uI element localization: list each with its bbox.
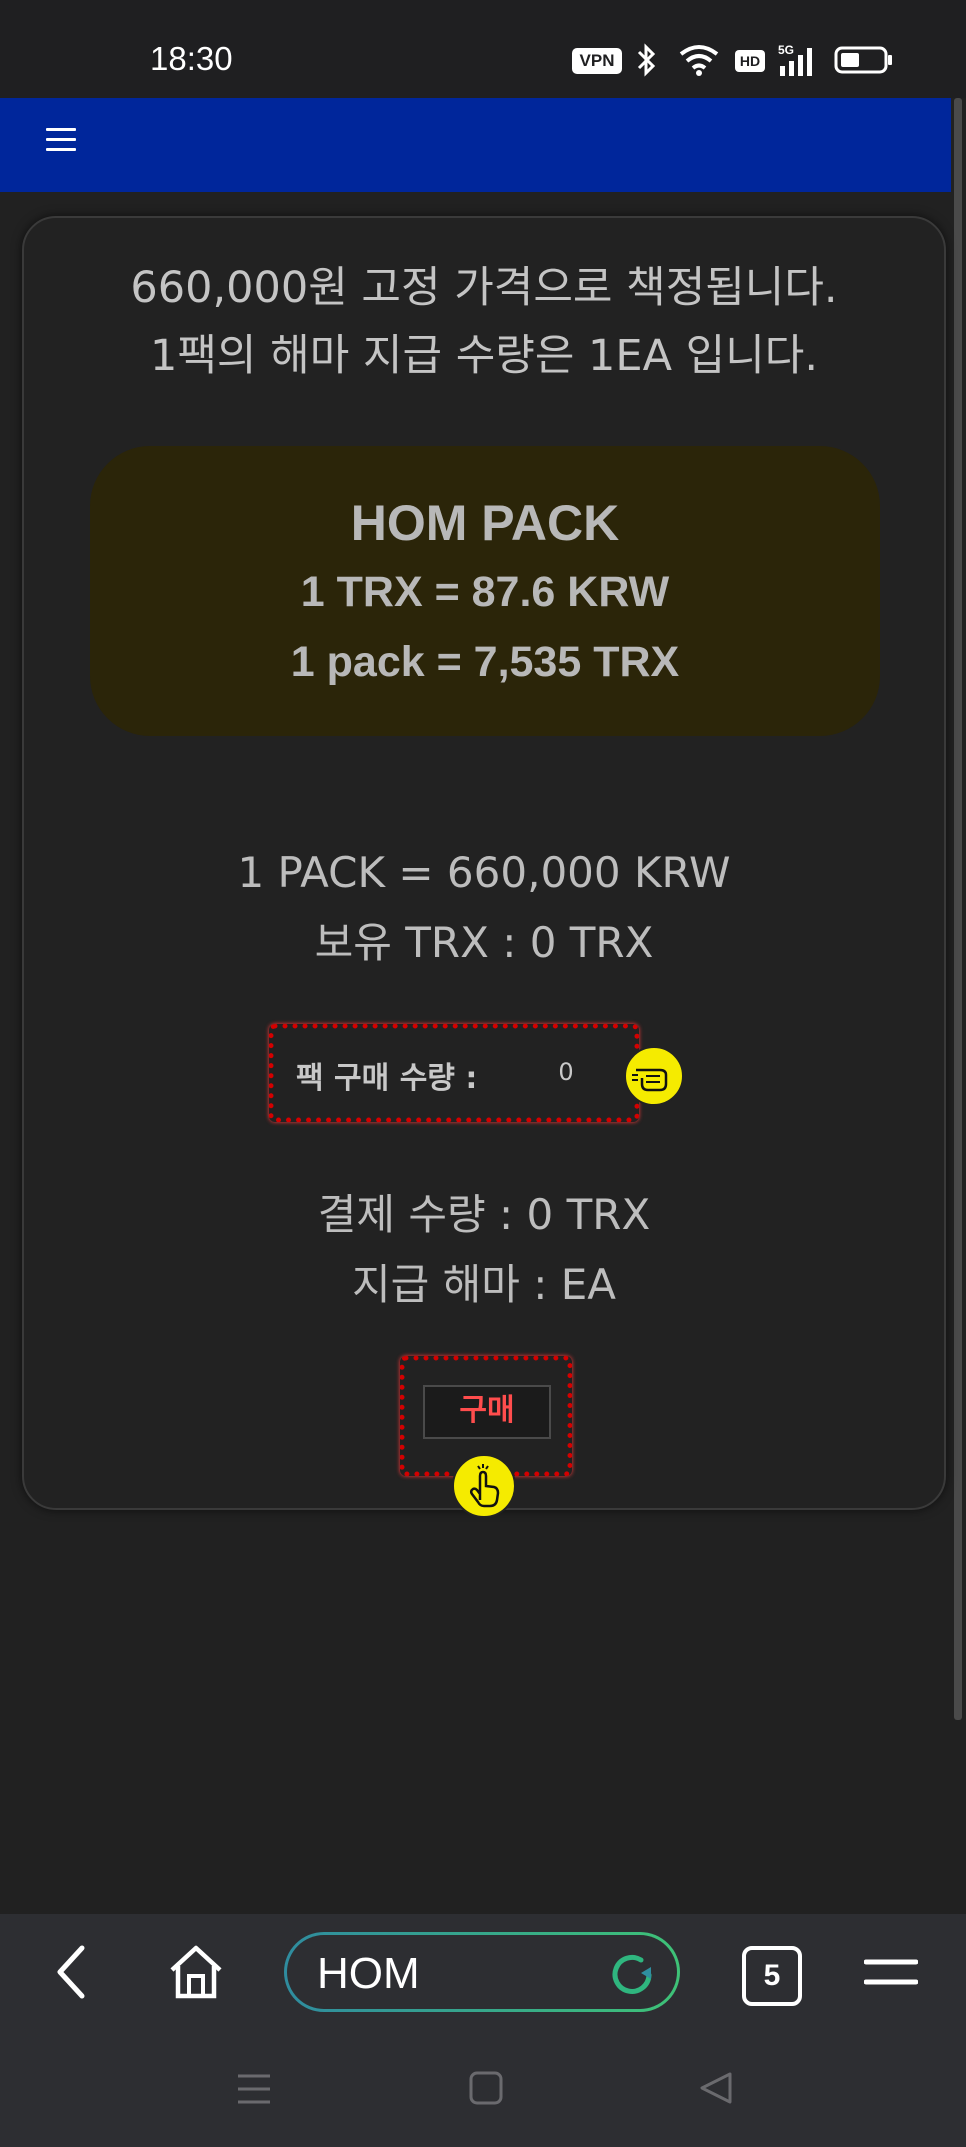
bluetooth-icon <box>637 43 656 77</box>
status-bar: 18:30 VPN HD 5G <box>0 0 966 98</box>
pack-exchange-rate: 1 TRX = 87.6 KRW <box>300 568 670 616</box>
back-arrow-icon[interactable] <box>52 1942 92 2002</box>
trx-balance: 보유 TRX : 0 TRX <box>314 918 654 967</box>
payment-info: 결제 수량 : 0 TRX 지급 해마 : EA <box>24 1180 944 1320</box>
intro-text: 660,000원 고정 가격으로 책정됩니다. 1팩의 해마 지급 수량은 1E… <box>24 254 944 390</box>
pack-title: HOM PACK <box>350 495 620 551</box>
home-icon[interactable] <box>166 1942 226 2002</box>
browser-menu-icon[interactable] <box>864 1942 918 2002</box>
pack-krw-price: 1 PACK = 660,000 KRW <box>237 848 731 897</box>
quantity-label: 팩 구매 수량 : <box>296 1061 478 1096</box>
hamburger-menu-icon[interactable] <box>46 128 76 152</box>
intro-line-price: 660,000원 고정 가격으로 책정됩니다. <box>130 263 838 313</box>
address-bar[interactable]: HOM <box>284 1932 680 2012</box>
status-time: 18:30 <box>150 40 233 77</box>
tap-hand-icon <box>452 1454 516 1518</box>
hd-badge: HD <box>735 50 765 72</box>
page-scrollbar[interactable] <box>954 98 962 1720</box>
pack-trx-price: 1 pack = 7,535 TRX <box>290 638 680 686</box>
system-nav-bar <box>0 2034 966 2147</box>
tabs-count-button[interactable]: 5 <box>742 1946 802 2006</box>
price-info: 1 PACK = 660,000 KRW 보유 TRX : 0 TRX <box>24 838 944 978</box>
wifi-icon <box>679 45 719 76</box>
payment-amount: 결제 수량 : 0 TRX <box>317 1190 651 1239</box>
pointing-hand-icon <box>624 1046 684 1106</box>
intro-line-amount: 1팩의 해마 지급 수량은 1EA 입니다. <box>149 331 819 381</box>
top-nav-bar <box>0 98 951 192</box>
browser-toolbar: HOM 5 <box>0 1914 966 2034</box>
purchase-card: 660,000원 고정 가격으로 책정됩니다. 1팩의 해마 지급 수량은 1E… <box>22 216 946 1518</box>
vpn-badge: VPN <box>572 48 622 74</box>
cellular-signal-icon: 5G <box>778 43 812 76</box>
back-triangle-icon[interactable] <box>698 2070 734 2106</box>
pack-quantity-input[interactable] <box>514 1047 618 1097</box>
pack-info-box: HOM PACK 1 TRX = 87.6 KRW 1 pack = 7,535… <box>90 446 880 736</box>
svg-text:5G: 5G <box>778 43 794 57</box>
quantity-field-group: 팩 구매 수량 : <box>269 1024 639 1122</box>
recent-apps-icon[interactable] <box>236 2072 272 2106</box>
refresh-icon[interactable] <box>607 1951 659 1999</box>
reward-amount: 지급 해마 : EA <box>351 1260 617 1309</box>
buy-button[interactable]: 구매 <box>423 1385 551 1439</box>
battery-icon <box>834 46 892 74</box>
url-text[interactable]: HOM <box>317 1949 420 1999</box>
home-square-icon[interactable] <box>468 2070 504 2106</box>
